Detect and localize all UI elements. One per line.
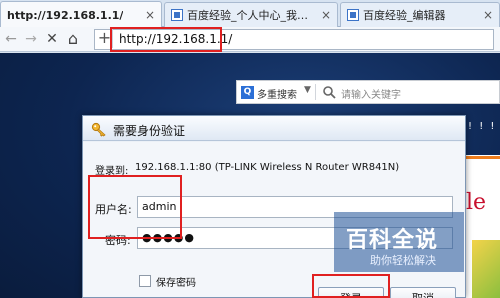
watermark-subtitle: 助你轻松解决 [370, 254, 436, 267]
login-to-value: 192.168.1.1:80 (TP-LINK Wireless N Route… [135, 162, 400, 173]
tab-title: 百度经验_个人中心_我的经验 [187, 9, 315, 22]
page-decoration [472, 240, 500, 298]
baidu-favicon-icon [171, 9, 183, 21]
credentials-highlight-box [88, 175, 182, 239]
search-icon[interactable] [322, 85, 336, 99]
remember-password-checkbox[interactable] [139, 275, 151, 287]
cancel-button[interactable]: 取消 [390, 287, 456, 298]
forward-arrow-icon[interactable]: → [22, 30, 40, 48]
tab-title: 百度经验_编辑器 [363, 9, 446, 22]
url-highlight-box [110, 27, 222, 52]
tab-baidu-profile[interactable]: 百度经验_个人中心_我的经验 × [164, 2, 338, 27]
login-highlight-box [312, 274, 390, 298]
navigation-bar: ← → ✕ ⌂ + http://192.168.1.1/ [0, 27, 500, 52]
key-icon [91, 122, 106, 137]
tab-router[interactable]: http://192.168.1.1/ × [0, 1, 162, 28]
page-brand-fragment: le [466, 190, 487, 215]
chevron-down-icon[interactable]: ▼ [304, 85, 311, 95]
search-box[interactable]: Q 多重搜索 ▼ 请输入关键字 [236, 80, 500, 104]
home-icon[interactable]: ⌂ [64, 30, 82, 48]
dialog-titlebar[interactable]: 需要身份验证 [83, 116, 465, 141]
tab-close-icon[interactable]: × [139, 8, 155, 22]
stop-icon[interactable]: ✕ [43, 30, 61, 48]
watermark-title: 百科全说 [346, 228, 439, 253]
search-engine-logo-icon: Q [241, 86, 254, 99]
tab-title: http://192.168.1.1/ [7, 8, 124, 22]
page-accent-line [464, 156, 500, 159]
dialog-title: 需要身份验证 [113, 124, 186, 138]
back-arrow-icon[interactable]: ← [2, 30, 20, 48]
tab-close-icon[interactable]: × [477, 8, 493, 22]
search-input[interactable]: 请输入关键字 [341, 86, 401, 101]
tab-baidu-editor[interactable]: 百度经验_编辑器 × [340, 2, 500, 27]
tab-close-icon[interactable]: × [315, 8, 331, 22]
search-engine-selector[interactable]: 多重搜索 [257, 86, 297, 101]
search-divider [315, 84, 316, 100]
page-exclaim-text: ! ! ! [468, 121, 497, 132]
baidu-favicon-icon [347, 9, 359, 21]
tab-bar: http://192.168.1.1/ × 百度经验_个人中心_我的经验 × 百… [0, 0, 500, 28]
remember-password-label[interactable]: 保存密码 [156, 274, 196, 289]
